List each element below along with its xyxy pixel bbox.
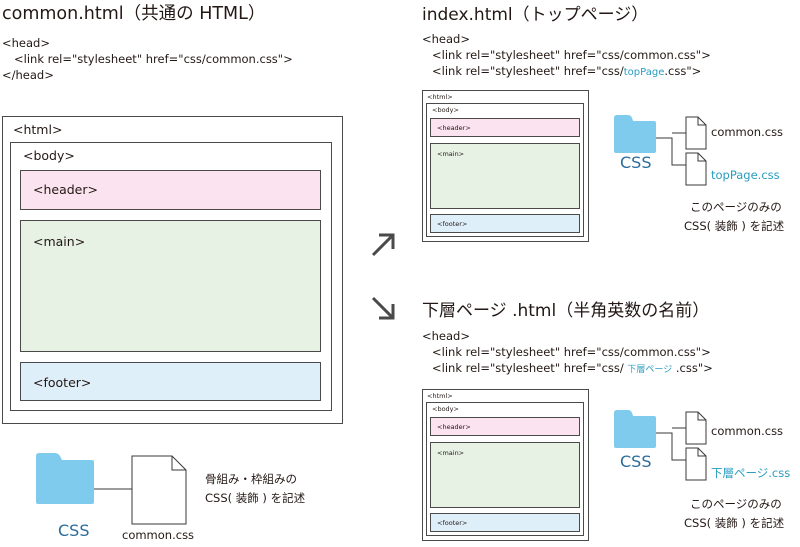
common-css-label: CSS <box>58 521 90 540</box>
document-icon <box>685 411 707 445</box>
sub-css-tree <box>614 410 707 481</box>
sub-css-label: CSS <box>620 452 652 471</box>
document-icon <box>685 152 707 186</box>
arrow-up-right-icon <box>371 233 395 257</box>
index-title: index.html（トップページ） <box>422 5 649 25</box>
main-box: <main> <box>430 143 580 209</box>
index-file2-label: topPage.css <box>711 168 780 182</box>
header-box: <header> <box>430 417 580 436</box>
common-title: common.html（共通の HTML） <box>2 4 266 24</box>
arrow-down-right-icon <box>371 296 395 320</box>
document-icon <box>131 455 187 525</box>
folder-icon <box>614 410 656 448</box>
sub-head-code: <head> <link rel="stylesheet" href="css/… <box>422 329 713 375</box>
body-tag: <body> <box>23 148 75 163</box>
common-file-label: common.css <box>122 528 195 542</box>
folder-icon <box>614 115 656 153</box>
footer-box: <footer> <box>430 214 580 233</box>
folder-icon <box>36 453 94 504</box>
sub-title: 下層ページ .html（半角英数の名前） <box>422 301 710 321</box>
sub-note: このページのみの CSS( 装飾 ) を記述 <box>684 497 785 530</box>
main-box: <main> <box>430 442 580 508</box>
index-head-code: <head> <link rel="stylesheet" href="css/… <box>422 32 711 78</box>
header-tag: <header> <box>33 182 98 197</box>
index-file1-label: common.css <box>711 125 784 139</box>
footer-box: <footer> <box>430 513 580 532</box>
head-close: </head> <box>2 68 54 82</box>
index-css-label: CSS <box>620 153 652 172</box>
head-open: <head> <box>2 36 50 50</box>
sub-file1-label: common.css <box>711 424 784 438</box>
sub-file2-label: 下層ページ.css <box>711 466 791 480</box>
footer-tag: <footer> <box>33 375 92 390</box>
index-note: このページのみの CSS( 装飾 ) を記述 <box>684 200 785 233</box>
header-box: <header> <box>430 118 580 137</box>
document-icon <box>685 116 707 150</box>
main-tag: <main> <box>33 234 86 249</box>
footer-box: <footer> <box>20 362 321 401</box>
common-head-code: <head> <link rel="stylesheet" href="css/… <box>2 35 293 83</box>
main-box: <main> <box>20 220 321 352</box>
document-icon <box>685 447 707 481</box>
link-common: <link rel="stylesheet" href="css/common.… <box>14 52 293 66</box>
html-tag: <html> <box>13 122 63 137</box>
index-css-tree <box>614 115 707 186</box>
common-note: 骨組み・枠組みの CSS( 装飾 ) を記述 <box>205 472 306 505</box>
header-box: <header> <box>20 170 321 210</box>
